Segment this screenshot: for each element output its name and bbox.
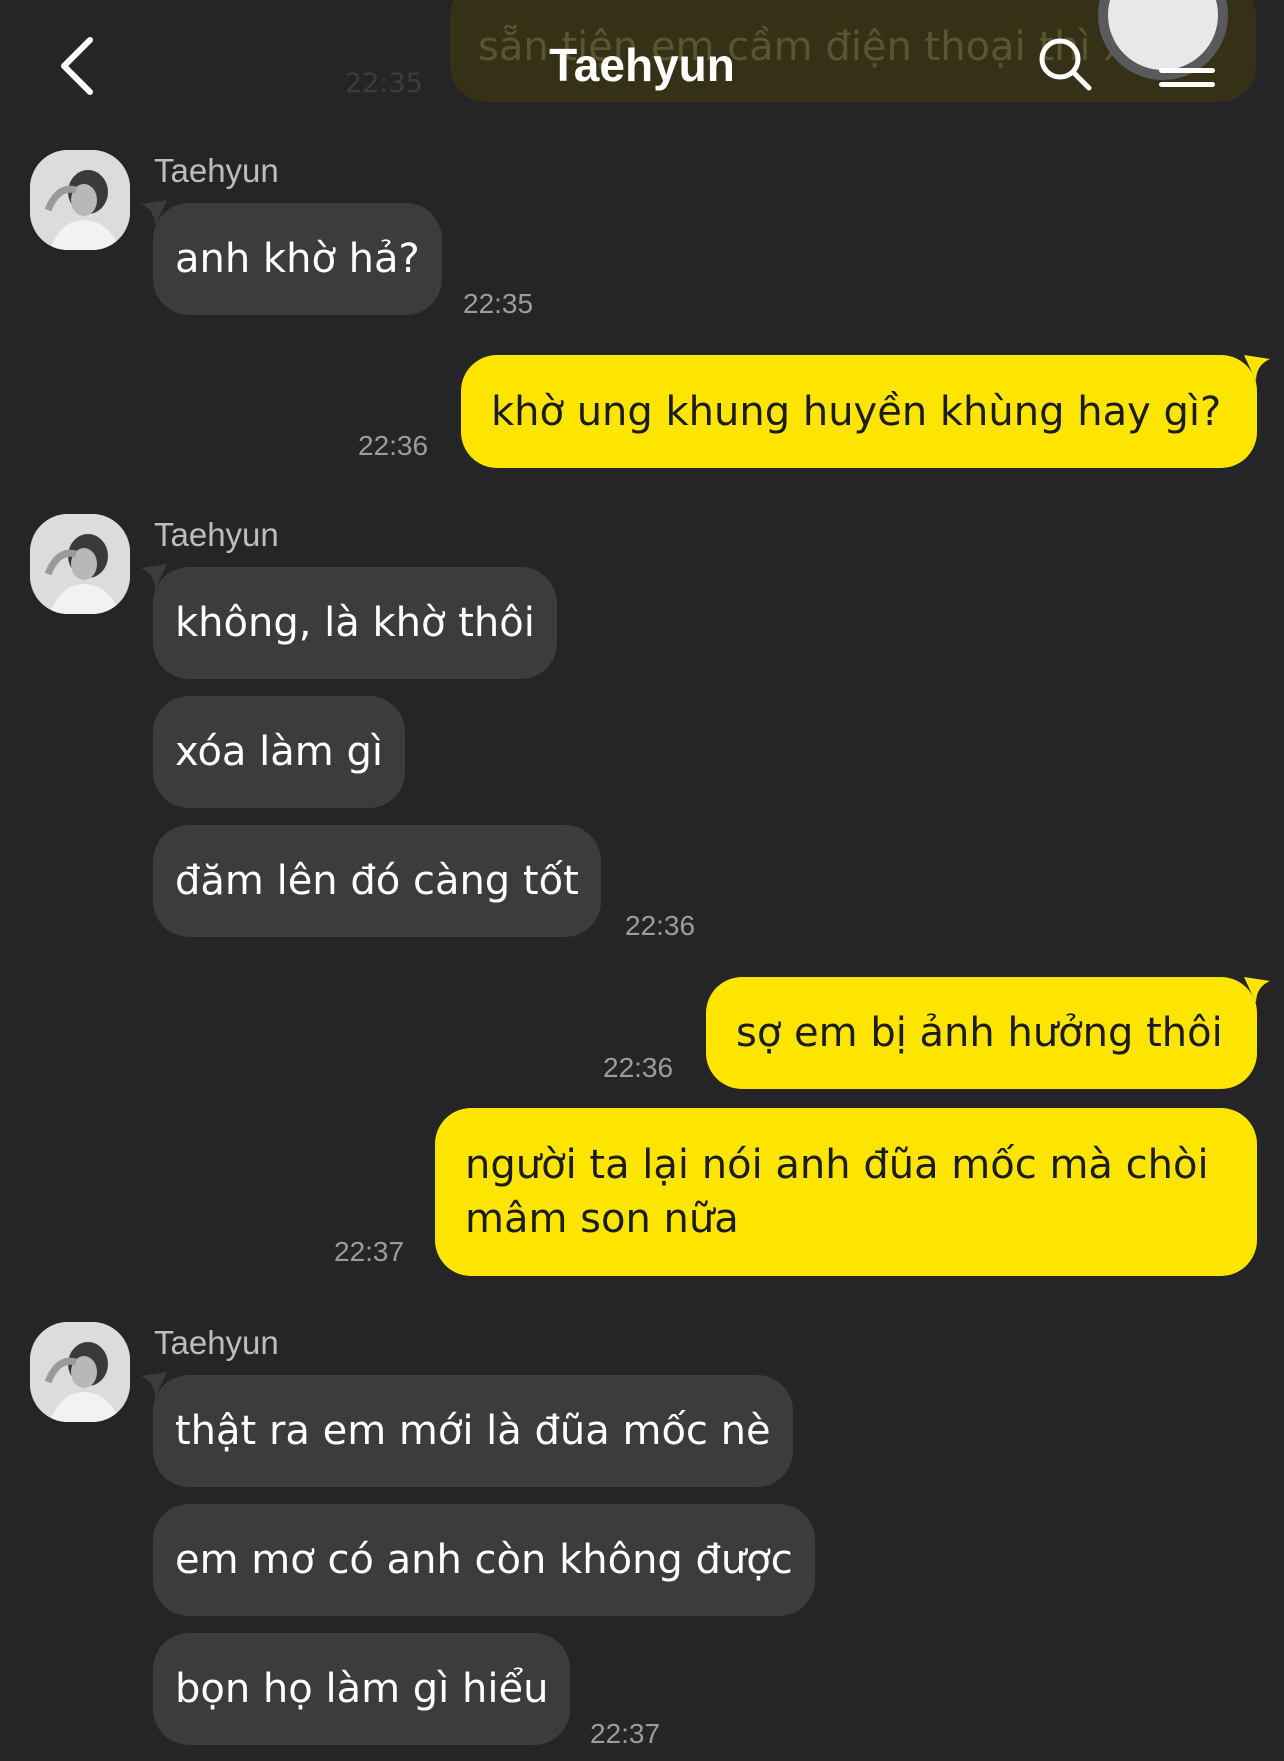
message-bubble[interactable]: sợ em bị ảnh hưởng thôi <box>706 977 1257 1089</box>
message-time: 22:37 <box>590 1718 661 1749</box>
menu-button[interactable] <box>1155 40 1221 96</box>
message-bubble[interactable]: xóa làm gì <box>153 696 405 808</box>
message-time: 22:37 <box>334 1236 405 1267</box>
sender-name: Taehyun <box>154 516 279 553</box>
profile-photo <box>30 1322 130 1422</box>
message-bubble[interactable]: thật ra em mới là đũa mốc nè <box>153 1375 793 1487</box>
menu-icon <box>1159 68 1215 73</box>
message-bubble[interactable]: anh khờ hả? <box>153 203 442 315</box>
bubble-tail <box>1244 977 1270 1003</box>
profile-photo <box>30 150 130 250</box>
message-bubble[interactable]: đăm lên đó càng tốt <box>153 825 601 937</box>
message-bubble[interactable]: người ta lại nói anh đũa mốc mà chòi mâm… <box>435 1108 1257 1276</box>
message-time: 22:36 <box>358 430 429 461</box>
bubble-tail <box>1244 355 1270 381</box>
message-bubble[interactable]: khờ ung khung huyền khùng hay gì? <box>461 355 1257 468</box>
message-time: 22:36 <box>603 1052 674 1083</box>
avatar[interactable] <box>30 1322 130 1422</box>
profile-photo <box>30 514 130 614</box>
menu-icon-line <box>1159 82 1215 87</box>
message-time: 22:36 <box>625 910 696 941</box>
sender-name: Taehyun <box>154 1324 279 1361</box>
message-time: 22:35 <box>463 288 534 319</box>
avatar[interactable] <box>30 514 130 614</box>
message-bubble[interactable]: bọn họ làm gì hiểu <box>153 1633 571 1745</box>
search-icon <box>1039 38 1092 91</box>
avatar[interactable] <box>30 150 130 250</box>
message-bubble[interactable]: em mơ có anh còn không được <box>153 1504 815 1616</box>
message-bubble[interactable]: không, là khờ thôi <box>153 567 557 679</box>
search-button[interactable] <box>1035 34 1097 96</box>
sender-name: Taehyun <box>154 152 279 189</box>
chat-header: Taehyun <box>0 0 1284 130</box>
